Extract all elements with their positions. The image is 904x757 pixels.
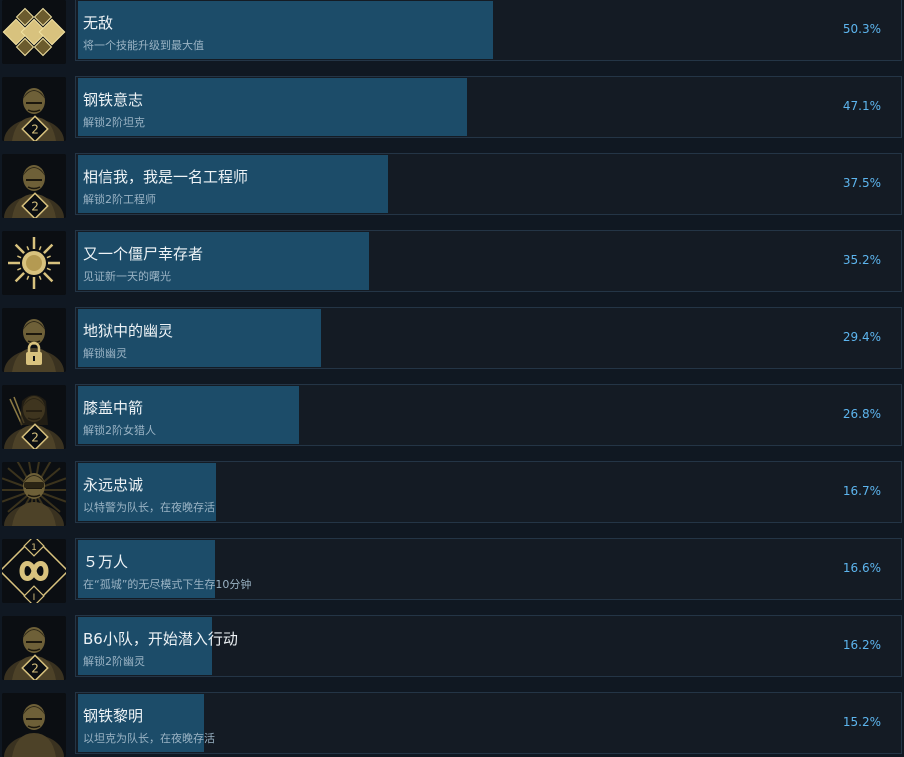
icon-badge-label: 2 [31, 431, 39, 445]
achievement-row[interactable]: 1 I ５万人 在“孤城”的无尽模式下生存10分钟 16.6% [0, 534, 904, 603]
achievement-description: 解锁2阶女猎人 [83, 424, 156, 437]
achievement-title: 钢铁意志 [83, 91, 144, 109]
achievement-description: 解锁2阶工程师 [83, 193, 156, 206]
progress-panel: 永远忠诚以特警为队长，在夜晚存活 16.7% [75, 461, 902, 523]
ghost-portrait-icon: 2 [2, 616, 66, 680]
progress-panel: 无敌将一个技能升级到最大值 50.3% [75, 0, 902, 61]
achievement-title: 无敌 [83, 14, 114, 32]
huntress-portrait-icon: 2 [2, 385, 66, 449]
icon-badge-label: I [33, 593, 36, 603]
progress-panel: 钢铁意志解锁2阶坦克 47.1% [75, 76, 902, 138]
achievement-description: 解锁2阶坦克 [83, 116, 145, 129]
progress-panel: 钢铁黎明以坦克为队长，在夜晚存活 15.2% [75, 692, 902, 754]
progress-panel: B6小队，开始潜入行动解锁2阶幽灵 16.2% [75, 615, 902, 677]
unlock-percent: 50.3% [842, 22, 881, 36]
achievement-description: 在“孤城”的无尽模式下生存10分钟 [83, 578, 252, 591]
unlock-percent: 16.2% [842, 638, 881, 652]
infinity-icon: 1I [2, 539, 66, 603]
achievement-description: 以特警为队长，在夜晚存活 [83, 501, 215, 514]
tank-dawn-portrait-icon [2, 693, 66, 757]
achievement-title: 地狱中的幽灵 [83, 322, 174, 340]
unlock-percent: 15.2% [842, 715, 881, 729]
unlock-percent: 16.7% [842, 484, 881, 498]
achievement-title: 膝盖中箭 [83, 399, 144, 417]
ghost-portrait-lock-icon [2, 308, 66, 372]
tank-portrait-icon: 2 [2, 77, 66, 141]
progress-panel: 地狱中的幽灵解锁幽灵 29.4% [75, 307, 902, 369]
achievement-title: ５万人 [83, 553, 129, 571]
unlock-percent: 29.4% [842, 330, 881, 344]
achievement-row[interactable]: 2 膝盖中箭解锁2阶女猎人 26.8% [0, 380, 904, 449]
swat-portrait-icon [2, 462, 66, 526]
icon-badge-label: 2 [31, 123, 39, 137]
achievement-row[interactable]: 无敌将一个技能升级到最大值 50.3% [0, 0, 904, 64]
achievement-description: 见证新一天的曙光 [83, 270, 171, 283]
diamonds-icon [2, 0, 66, 64]
achievement-row[interactable]: 又一个僵尸幸存者见证新一天的曙光 35.2% [0, 226, 904, 295]
unlock-percent: 47.1% [842, 99, 881, 113]
achievement-row[interactable]: 钢铁黎明以坦克为队长，在夜晚存活 15.2% [0, 688, 904, 757]
icon-badge-label: 1 [31, 543, 37, 553]
sun-icon [2, 231, 66, 295]
achievement-description: 解锁幽灵 [83, 347, 127, 360]
achievement-description: 以坦克为队长，在夜晚存活 [83, 732, 215, 745]
achievement-description: 解锁2阶幽灵 [83, 655, 145, 668]
achievement-title: B6小队，开始潜入行动 [83, 630, 238, 648]
achievement-description: 将一个技能升级到最大值 [83, 39, 204, 52]
achievement-row[interactable]: 永远忠诚以特警为队长，在夜晚存活 16.7% [0, 457, 904, 526]
achievement-title: 又一个僵尸幸存者 [83, 245, 204, 263]
achievement-row[interactable]: 2 相信我，我是一名工程师解锁2阶工程师 37.5% [0, 149, 904, 218]
achievement-row[interactable]: 2 B6小队，开始潜入行动解锁2阶幽灵 16.2% [0, 611, 904, 680]
unlock-percent: 26.8% [842, 407, 881, 421]
progress-panel: ５万人在“孤城”的无尽模式下生存10分钟 16.6% [75, 538, 902, 600]
unlock-percent: 37.5% [842, 176, 881, 190]
achievement-row[interactable]: 2 钢铁意志解锁2阶坦克 47.1% [0, 72, 904, 141]
achievement-title: 永远忠诚 [83, 476, 144, 494]
achievement-title: 钢铁黎明 [83, 707, 144, 725]
progress-panel: 相信我，我是一名工程师解锁2阶工程师 37.5% [75, 153, 902, 215]
progress-panel: 又一个僵尸幸存者见证新一天的曙光 35.2% [75, 230, 902, 292]
unlock-percent: 16.6% [842, 561, 881, 575]
unlock-percent: 35.2% [842, 253, 881, 267]
progress-panel: 膝盖中箭解锁2阶女猎人 26.8% [75, 384, 902, 446]
icon-badge-label: 2 [31, 662, 39, 676]
engineer-portrait-icon: 2 [2, 154, 66, 218]
achievement-row[interactable]: 地狱中的幽灵解锁幽灵 29.4% [0, 303, 904, 372]
icon-badge-label: 2 [31, 200, 39, 214]
achievement-title: 相信我，我是一名工程师 [83, 168, 249, 186]
